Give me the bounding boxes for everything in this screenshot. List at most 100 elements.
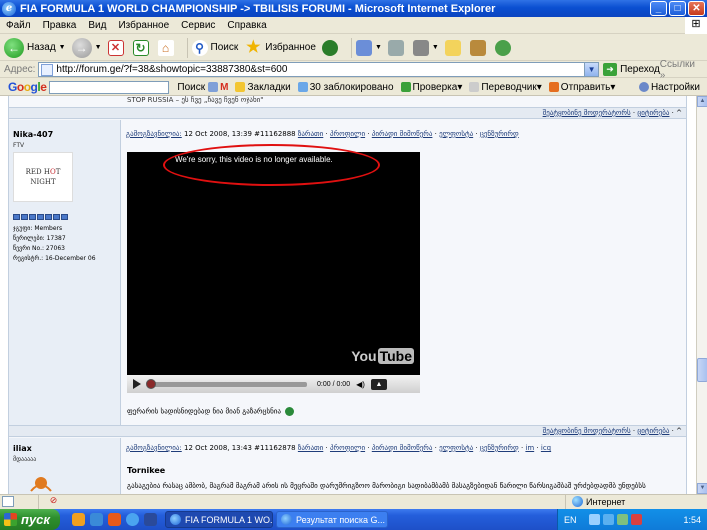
post2-header: გამოგზავნილია: 12 Oct 2008, 13:43 #11162… [126,444,552,452]
google-search-input[interactable] [49,80,170,94]
popup-blocker-button[interactable]: 30 заблокировано [297,82,394,93]
spellcheck-button[interactable]: Проверка ▾ [400,82,462,93]
menu-file[interactable]: Файл [0,20,37,31]
back-button[interactable]: ← Назад ▼ [4,37,66,58]
search-button[interactable]: ⚲ Поиск [191,39,238,56]
quote-link[interactable]: ციტირება [637,109,669,117]
address-dropdown-icon[interactable]: ▼ [584,63,599,76]
quicklaunch-app-icon[interactable] [108,513,121,526]
post1-username[interactable]: Nika-407 [13,130,53,139]
home-button[interactable]: ⌂ [157,39,177,56]
clock[interactable]: 1:54 [683,515,701,525]
post2-sent-label[interactable]: გამოგზავნილია: [126,444,182,452]
messenger-button[interactable] [494,39,514,56]
report-moderator-link[interactable]: შეატყობინე მოდერატორს [543,427,631,435]
mail-button[interactable]: ▼ [355,39,382,56]
language-indicator[interactable]: EN [564,515,577,525]
vertical-scrollbar[interactable]: ▲ ▼ [696,96,707,494]
address-field[interactable]: http://forum.ge/?f=38&showtopic=33887380… [38,62,600,77]
post2-username[interactable]: iliax [13,444,32,453]
post1-link-1[interactable]: პროფილი [330,130,365,138]
start-button[interactable]: пуск [0,509,60,530]
zone-label: Интернет [586,496,626,507]
post1-link-4[interactable]: ცენზურირდ [480,130,519,138]
post2-link-4[interactable]: ცენზურირდ [480,444,519,452]
send-label: Отправить [560,81,611,93]
scroll-up-icon[interactable]: ▲ [697,96,707,107]
standard-toolbar: ← Назад ▼ → ▼ ✕ ↻ ⌂ ⚲ Поиск ★ Избранное … [0,35,707,61]
seek-bar[interactable] [146,378,307,389]
close-button[interactable]: ✕ [688,1,705,16]
menu-edit[interactable]: Правка [37,20,83,31]
stop-icon: ✕ [107,39,124,56]
refresh-button[interactable]: ↻ [132,39,152,56]
maximize-button[interactable]: □ [669,1,686,16]
print-button[interactable] [387,39,407,56]
report-moderator-link[interactable]: შეატყობინე მოდერატორს [543,109,631,117]
seek-knob[interactable] [146,378,156,389]
tray-network-icon[interactable] [602,514,614,525]
post1-sent-label[interactable]: გამოგზავნილია: [126,130,182,138]
post2-user-title: მდააააა [13,456,37,463]
address-url[interactable]: http://forum.ge/?f=38&showtopic=33887380… [56,64,584,75]
post1-id[interactable]: #11162888 [254,130,296,138]
tray-antivirus-icon[interactable] [630,514,642,525]
youtube-video-player[interactable]: We're sorry, this video is no longer ava… [127,144,420,393]
menu-view[interactable]: Вид [82,20,112,31]
google-logo[interactable]: Google [8,80,47,94]
translate-button[interactable]: Переводчик ▾ [469,82,542,93]
tray-help-icon[interactable] [588,514,600,525]
history-button[interactable] [321,39,341,56]
menu-favorites[interactable]: Избранное [112,20,175,31]
play-icon[interactable] [133,379,141,389]
post1-user-info: ჯგუფი: Members წერილები: 17387 წევრი No.… [13,224,96,264]
post2-link-6[interactable]: icq [541,444,551,452]
windows-flag-icon: ⊞ [685,16,707,34]
popup-blocked-icon[interactable]: ⊘ [38,494,68,509]
post2-link-3[interactable]: ელფოსტა [439,444,473,452]
forward-dropdown-icon[interactable]: ▼ [95,44,102,51]
quote-link[interactable]: ციტირება [637,427,669,435]
favorites-button[interactable]: ★ Избранное [244,38,316,58]
post1-link-2[interactable]: პირადი მიმოწერა [372,130,433,138]
forward-button[interactable]: → ▼ [71,37,102,58]
quicklaunch-app-icon[interactable] [72,513,85,526]
internet-zone: Интернет [565,494,707,509]
settings-button[interactable]: Настройки [638,82,700,93]
folder-button[interactable] [444,39,464,56]
quicklaunch-app-icon[interactable] [90,513,103,526]
stop-button[interactable]: ✕ [107,39,127,56]
post2-link-1[interactable]: პროფილი [330,444,365,452]
taskbar-task-ie-2[interactable]: Результат поиска G... [276,511,388,528]
send-button[interactable]: Отправить ▾ [548,81,615,93]
post2-date: 12 Oct 2008, 13:43 [184,444,252,452]
post2-id[interactable]: #11162878 [254,444,296,452]
post2-link-2[interactable]: პირადი მიმოწერა [372,444,433,452]
quicklaunch-app-icon[interactable] [144,513,157,526]
post2-link-5[interactable]: im [525,444,534,452]
menu-tools[interactable]: Сервис [175,20,221,31]
taskbar-task-ie[interactable]: FIA FORMULA 1 WO... [165,511,273,528]
go-button[interactable]: ➜ Переход [603,63,660,76]
youtube-logo[interactable]: You Tube [351,348,414,364]
fullscreen-icon[interactable]: ▲ [370,378,387,390]
volume-icon[interactable]: ◀) [356,380,365,389]
edit-button[interactable]: ▼ [412,39,439,56]
google-search-button[interactable]: Поиск M [177,82,228,93]
minimize-button[interactable]: _ [650,1,667,16]
links-button[interactable]: Ссылки » [660,59,703,81]
bookmarks-button[interactable]: Закладки [235,82,291,93]
post1-link-0[interactable]: ზარათი [298,130,323,138]
mail-dropdown-icon[interactable]: ▼ [375,44,382,51]
quicklaunch-ie-icon[interactable] [126,513,139,526]
tray-app-icon[interactable] [616,514,628,525]
scroll-down-icon[interactable]: ▼ [697,483,707,494]
menu-help[interactable]: Справка [221,20,272,31]
back-dropdown-icon[interactable]: ▼ [59,44,66,51]
research-button[interactable] [469,39,489,56]
window-titlebar[interactable]: e FIA FORMULA 1 WORLD CHAMPIONSHIP -> TB… [0,0,707,17]
scroll-thumb[interactable] [697,358,707,382]
post1-link-3[interactable]: ელფოსტა [439,130,473,138]
edit-dropdown-icon[interactable]: ▼ [432,44,439,51]
post2-link-0[interactable]: ზარათი [298,444,323,452]
